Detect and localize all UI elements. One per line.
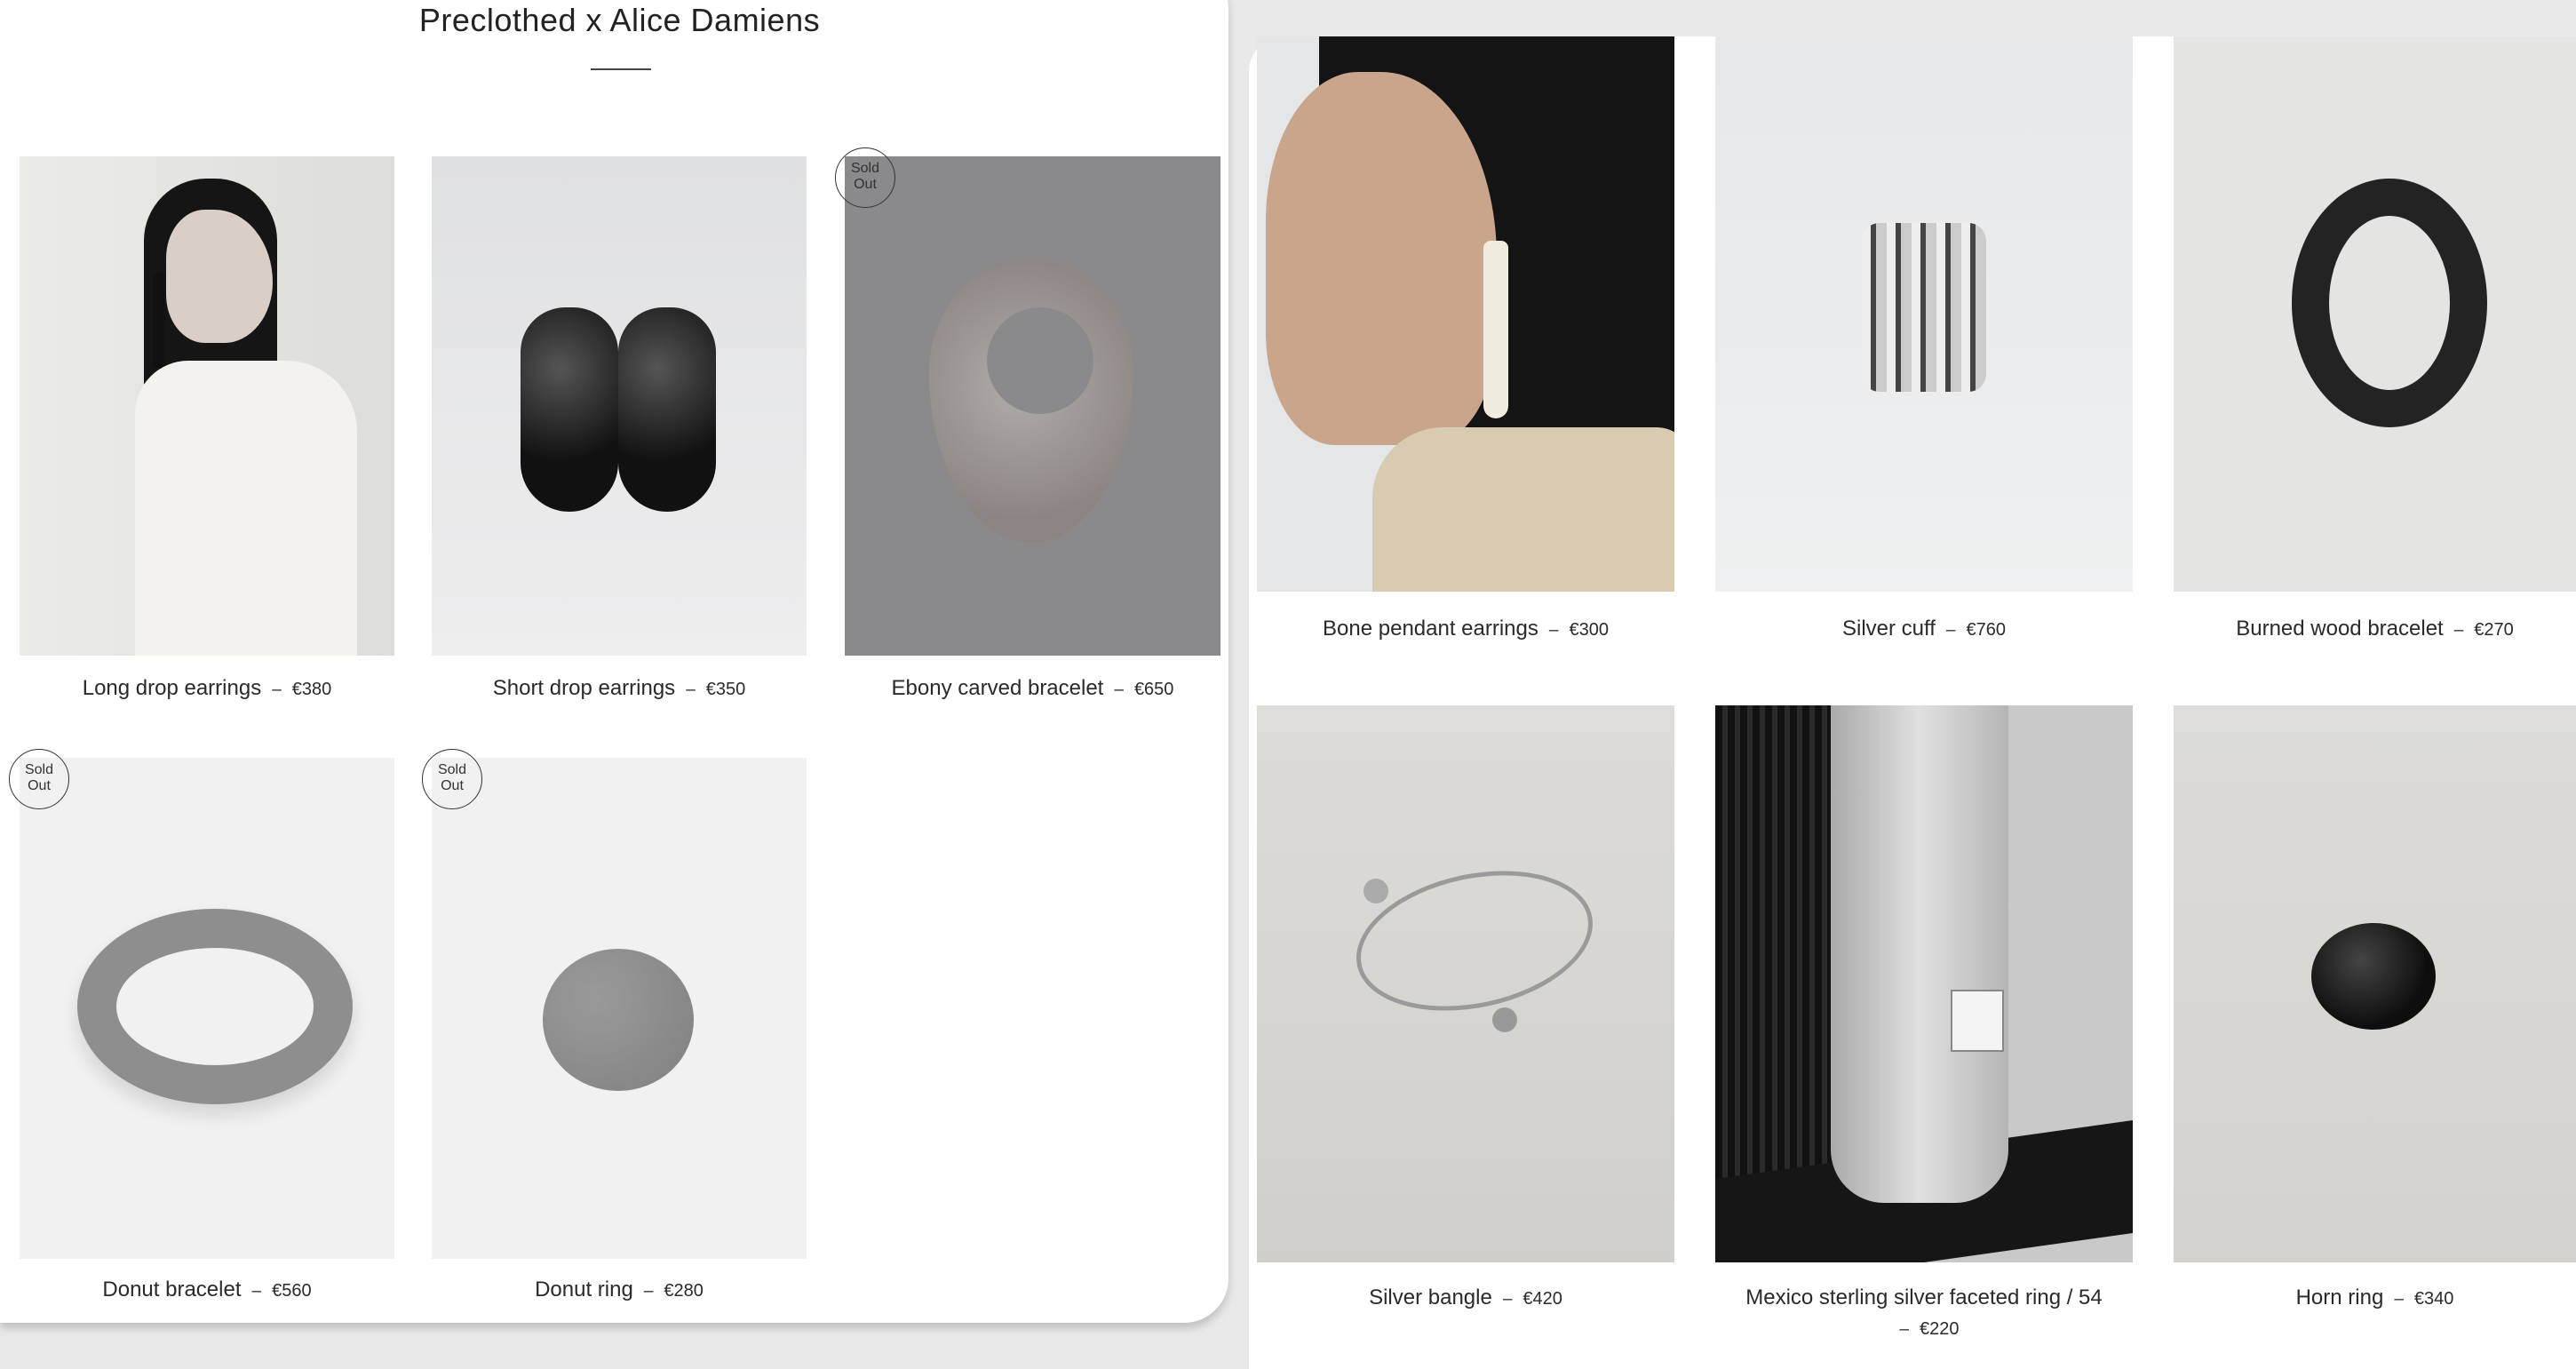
product-name: Horn ring	[2295, 1285, 2384, 1309]
product-name: Donut ring	[535, 1277, 633, 1301]
product-price: €270	[2474, 620, 2514, 640]
product-image[interactable]	[432, 156, 807, 656]
product-image[interactable]	[1257, 36, 1674, 592]
product-price: €420	[1523, 1289, 1562, 1309]
product-name: Silver cuff	[1841, 617, 1936, 641]
product-image[interactable]	[20, 156, 394, 656]
product-price: €340	[2413, 1289, 2454, 1309]
product-name: Burned wood bracelet	[2236, 617, 2444, 641]
product-image[interactable]	[1715, 705, 2133, 1262]
product-name: Ebony carved bracelet	[891, 676, 1104, 700]
product-price: €560	[272, 1281, 312, 1301]
product-name: Bone pendant earrings	[1323, 617, 1538, 641]
product-image[interactable]	[2174, 36, 2576, 592]
product-price: €650	[1133, 680, 1174, 699]
product-name: Silver bangle	[1369, 1285, 1492, 1309]
product-price: €350	[705, 680, 746, 699]
sold-out-badge: Sold Out	[422, 749, 482, 809]
product-price: €380	[291, 680, 332, 699]
product-image[interactable]	[432, 758, 807, 1259]
product-image[interactable]	[20, 758, 394, 1259]
product-price: €300	[1569, 620, 1609, 640]
product-image[interactable]	[2174, 705, 2576, 1262]
page-title: Preclothed x Alice Damiens	[418, 2, 821, 38]
product-price: €220	[1920, 1319, 1960, 1339]
sold-out-badge: Sold Out	[9, 749, 69, 809]
product-image[interactable]	[1257, 705, 1674, 1262]
product-name: Donut bracelet	[102, 1277, 242, 1301]
product-name: Long drop earrings	[82, 676, 262, 700]
sold-out-badge: Sold Out	[835, 147, 895, 208]
product-image[interactable]	[845, 156, 1220, 656]
title-divider	[591, 68, 651, 70]
product-price: €760	[1966, 620, 2007, 640]
product-name: Mexico sterling silver faceted ring / 54	[1745, 1285, 2103, 1309]
product-image[interactable]	[1715, 36, 2133, 592]
product-price: €280	[664, 1281, 704, 1301]
product-name: Short drop earrings	[492, 676, 676, 700]
